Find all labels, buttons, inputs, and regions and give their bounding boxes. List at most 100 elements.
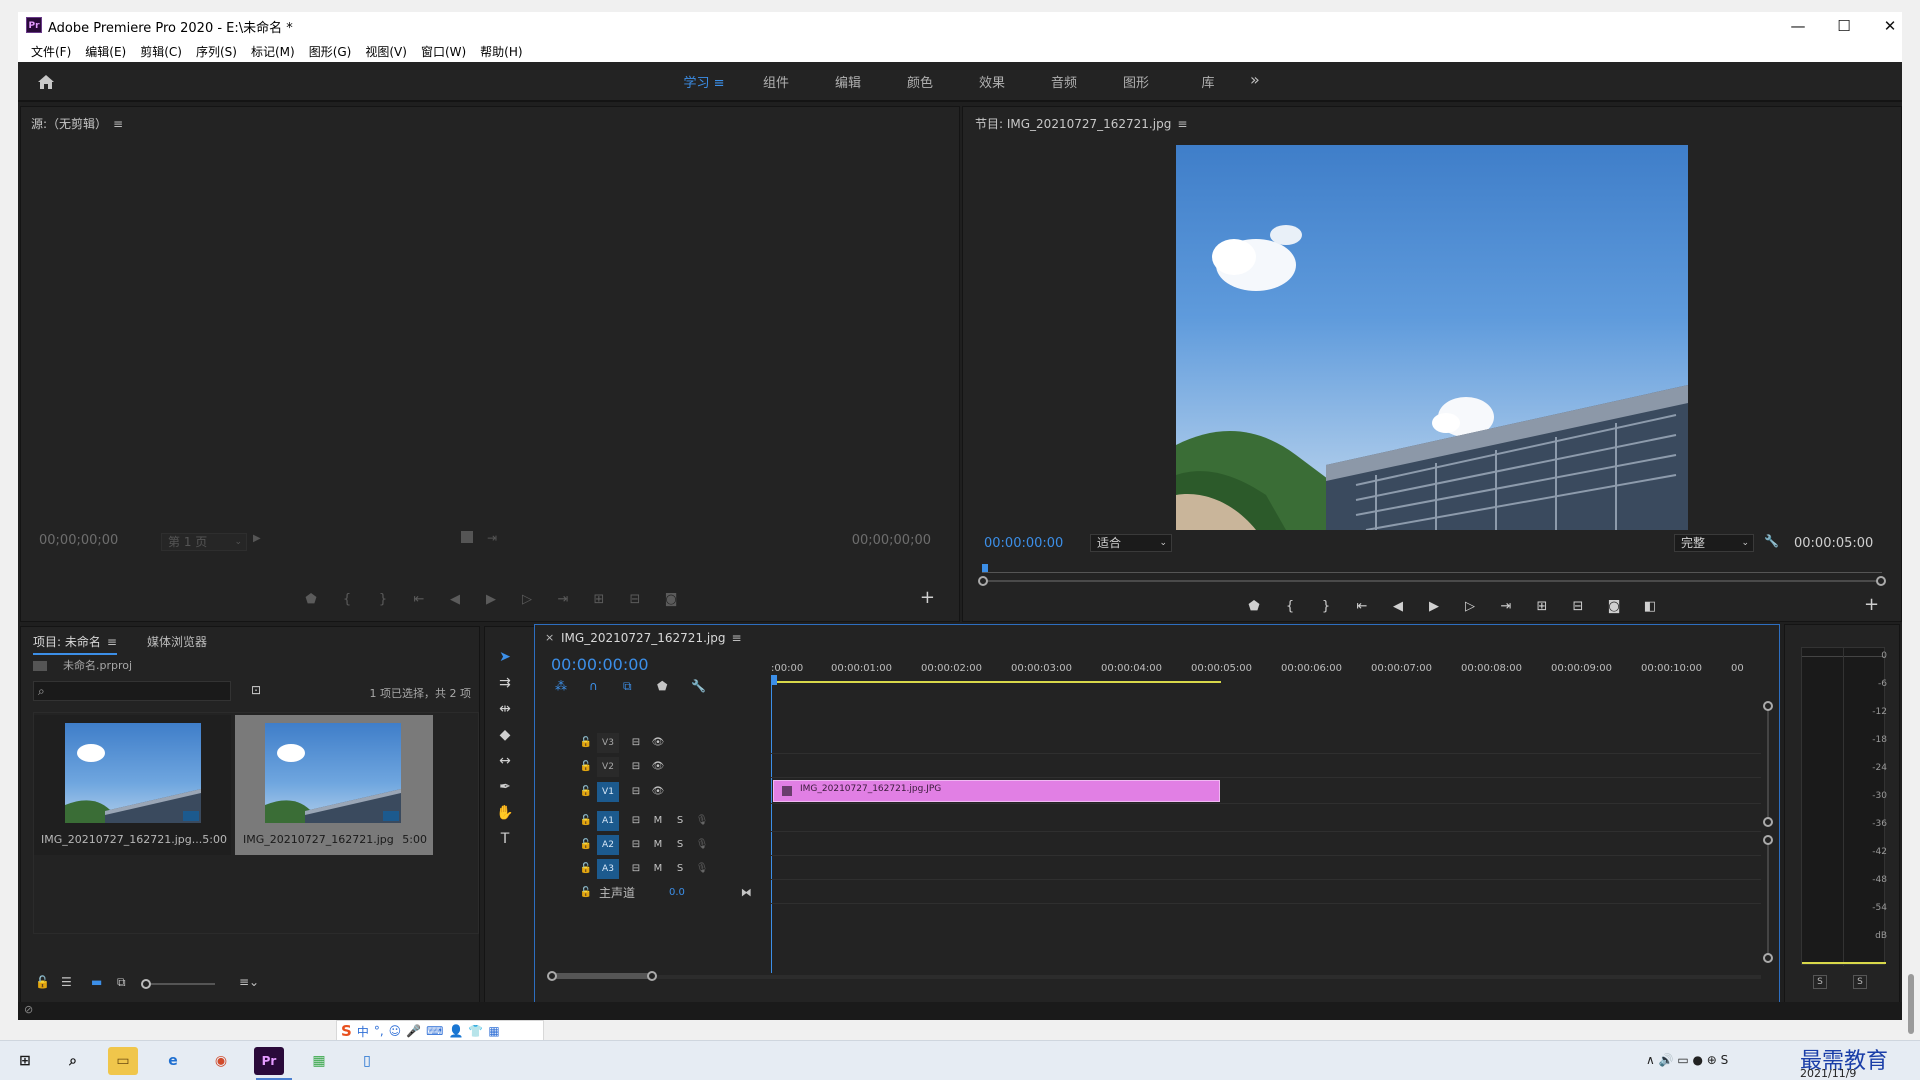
voiceover-mic-icon[interactable]: 🎙 <box>691 839 713 850</box>
sync-lock-icon[interactable]: ⊟ <box>625 761 647 772</box>
program-playhead[interactable] <box>982 564 988 572</box>
export-frame-icon[interactable]: ◙ <box>659 591 683 609</box>
menu-markers[interactable]: 标记(M) <box>244 40 302 62</box>
eye-icon[interactable]: 👁 <box>647 786 669 797</box>
minimize-button[interactable]: — <box>1778 14 1818 38</box>
mute-button[interactable]: M <box>647 863 669 874</box>
program-frame-image[interactable] <box>1176 145 1688 530</box>
ime-toolbox-icon[interactable]: ▦ <box>488 1024 499 1038</box>
voiceover-mic-icon[interactable]: 🎙 <box>691 863 713 874</box>
lift-icon[interactable]: ⊞ <box>1530 598 1554 616</box>
source-page-next-icon[interactable]: ▶ <box>253 533 261 544</box>
track-lock-icon[interactable]: 🔓 <box>575 863 597 874</box>
slip-tool-icon[interactable]: ↔ <box>494 750 516 772</box>
audio-tracks-scrollbar[interactable] <box>1763 835 1773 963</box>
close-sequence-icon[interactable]: × <box>545 631 554 644</box>
master-volume-value[interactable]: 0.0 <box>669 887 685 898</box>
program-zoom-scrollbar[interactable] <box>978 576 1886 586</box>
track-label-v2[interactable]: V2 <box>597 756 619 777</box>
tablet-app-icon[interactable]: ▯ <box>352 1047 382 1075</box>
track-lock-icon[interactable]: 🔓 <box>575 786 597 797</box>
premiere-taskbar-icon[interactable]: Pr <box>254 1047 284 1075</box>
step-forward-icon[interactable]: ▷ <box>1458 598 1482 616</box>
thumbnail-size-slider[interactable] <box>141 979 215 989</box>
ime-keyboard-icon[interactable]: ⌨ <box>426 1024 443 1038</box>
icon-view-icon[interactable]: ▬ <box>91 975 102 989</box>
tray-icons[interactable]: ∧ 🔊 ▭ ● ⊕ S <box>1646 1053 1728 1067</box>
sync-lock-icon[interactable]: ⊟ <box>625 863 647 874</box>
sogou-logo-icon[interactable]: S <box>341 1022 352 1040</box>
workspace-menu-icon[interactable]: ≡ <box>714 76 725 91</box>
solo-button[interactable]: S <box>669 863 691 874</box>
wrench-icon[interactable]: 🔧 <box>1764 534 1779 548</box>
voiceover-mic-icon[interactable]: 🎙 <box>691 815 713 826</box>
ripple-edit-tool-icon[interactable]: ⇹ <box>494 698 516 720</box>
menu-graphics[interactable]: 图形(G) <box>302 40 359 62</box>
workspace-overflow-icon[interactable]: » <box>1250 70 1260 89</box>
panel-menu-icon[interactable]: ≡ <box>1177 117 1187 131</box>
video-tracks-scrollbar[interactable] <box>1763 701 1773 827</box>
nest-toggle-icon[interactable]: ⁂ <box>555 679 567 693</box>
marker-icon[interactable]: ⬟ <box>299 591 323 609</box>
program-button-editor-icon[interactable]: + <box>1864 594 1879 615</box>
meter-solo-left-button[interactable]: S <box>1813 975 1827 989</box>
menu-edit[interactable]: 编辑(E) <box>78 40 133 62</box>
mute-button[interactable]: M <box>647 839 669 850</box>
eye-icon[interactable]: 👁 <box>647 761 669 772</box>
chrome-icon[interactable]: ◉ <box>206 1047 236 1075</box>
sequence-tab[interactable]: IMG_20210727_162721.jpg ≡ <box>561 631 742 645</box>
source-button-editor-icon[interactable]: + <box>920 587 935 608</box>
overwrite-icon[interactable]: ⊟ <box>623 591 647 609</box>
solo-button[interactable]: S <box>669 839 691 850</box>
source-monitor-title[interactable]: 源:（无剪辑） ≡ <box>31 115 123 132</box>
sort-icon[interactable]: ≡⌄ <box>239 975 259 989</box>
go-to-out-icon[interactable]: ⇥ <box>551 591 575 609</box>
track-header-a1[interactable]: 🔓 A1 ⊟ M S 🎙 <box>575 809 713 832</box>
source-safe-margins-icon[interactable] <box>461 531 473 543</box>
home-icon[interactable] <box>36 72 56 92</box>
menu-view[interactable]: 视图(V) <box>358 40 414 62</box>
timeline-playhead-timecode[interactable]: 00:00:00:00 <box>551 655 649 674</box>
ime-voice-icon[interactable]: 🎤 <box>406 1024 421 1038</box>
track-lock-icon[interactable]: 🔓 <box>575 737 597 748</box>
meter-solo-right-button[interactable]: S <box>1853 975 1867 989</box>
workspace-tab-libraries[interactable]: 库 <box>1172 72 1244 91</box>
track-label-a3[interactable]: A3 <box>597 858 619 879</box>
play-icon[interactable]: ▶ <box>479 591 503 609</box>
go-to-in-icon[interactable]: ⇤ <box>1350 598 1374 616</box>
menu-window[interactable]: 窗口(W) <box>414 40 473 62</box>
pen-tool-icon[interactable]: ✒ <box>494 776 516 798</box>
maximize-button[interactable]: ☐ <box>1824 14 1864 38</box>
project-search-field[interactable] <box>54 684 224 698</box>
mark-in-icon[interactable]: { <box>335 591 359 609</box>
freeform-view-icon[interactable]: ⧉ <box>117 975 126 990</box>
workspace-tab-assembly[interactable]: 组件 <box>740 72 812 91</box>
workspace-tab-color[interactable]: 颜色 <box>884 72 956 91</box>
edge-browser-icon[interactable]: e <box>158 1047 188 1075</box>
step-back-icon[interactable]: ◀ <box>1386 598 1410 616</box>
master-go-to-end-icon[interactable]: ⧓ <box>741 886 752 899</box>
step-back-icon[interactable]: ◀ <box>443 591 467 609</box>
timeline-settings-icon[interactable]: 🔧 <box>691 679 706 693</box>
ime-punctuation-icon[interactable]: °, <box>374 1024 384 1038</box>
app-grid-icon[interactable]: ▦ <box>304 1047 334 1075</box>
track-select-tool-icon[interactable]: ⇉ <box>494 672 516 694</box>
ime-user-icon[interactable]: 👤 <box>448 1024 463 1038</box>
track-label-a2[interactable]: A2 <box>597 834 619 855</box>
track-lock-icon[interactable]: 🔓 <box>575 815 597 826</box>
track-label-a1[interactable]: A1 <box>597 810 619 831</box>
selection-tool-icon[interactable]: ➤ <box>494 646 516 668</box>
source-timecode-left[interactable]: 00;00;00;00 <box>39 533 118 548</box>
go-to-out-icon[interactable]: ⇥ <box>1494 598 1518 616</box>
menu-help[interactable]: 帮助(H) <box>473 40 529 62</box>
step-forward-icon[interactable]: ▷ <box>515 591 539 609</box>
razor-tool-icon[interactable]: ◆ <box>494 724 516 746</box>
track-header-v2[interactable]: 🔓 V2 ⊟ 👁 <box>575 755 669 778</box>
timeline-ruler[interactable]: :00:00 00:00:01:00 00:00:02:00 00:00:03:… <box>771 659 1761 689</box>
new-search-bin-icon[interactable]: ⊡ <box>251 683 261 697</box>
sync-lock-icon[interactable]: ⊟ <box>625 786 647 797</box>
source-page-dropdown[interactable]: 第 1 页 ⌄ <box>161 533 247 551</box>
lock-icon[interactable]: 🔓 <box>35 975 50 989</box>
workspace-tab-editing[interactable]: 编辑 <box>812 72 884 91</box>
track-label-v1[interactable]: V1 <box>597 781 619 802</box>
